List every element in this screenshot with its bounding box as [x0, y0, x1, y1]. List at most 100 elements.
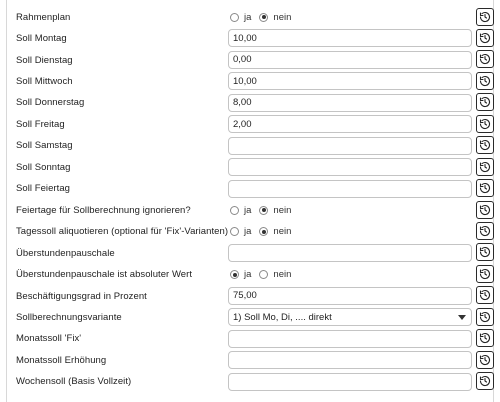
input-beschaftigungsgrad-in-prozent[interactable]: 75,00	[228, 286, 472, 305]
input-soll-sonntag[interactable]	[228, 158, 472, 177]
input-value: 2,00	[233, 118, 252, 130]
history-icon	[479, 225, 491, 237]
radio-button[interactable]	[230, 227, 239, 237]
history-button[interactable]	[476, 264, 494, 283]
row-soll-dienstag: Soll Dienstag 0,00	[0, 49, 500, 70]
radio-option-nein[interactable]: nein	[259, 12, 291, 23]
radio-label: ja	[244, 269, 252, 281]
label-soll-dienstag: Soll Dienstag	[16, 54, 73, 66]
row-soll-sonntag: Soll Sonntag	[0, 157, 500, 178]
history-button[interactable]	[476, 372, 494, 391]
radio-option-nein[interactable]: nein	[259, 226, 291, 237]
radio-button[interactable]	[259, 227, 269, 237]
row-soll-freitag: Soll Freitag 2,00	[0, 114, 500, 135]
input-soll-feiertag[interactable]	[228, 179, 472, 198]
input-soll-freitag[interactable]: 2,00	[228, 115, 472, 134]
history-button[interactable]	[476, 307, 494, 326]
radio-button[interactable]	[259, 12, 269, 22]
input-value: 0,00	[233, 54, 252, 66]
input-value: 10,00	[233, 75, 257, 87]
history-icon	[479, 32, 491, 44]
history-icon	[479, 375, 491, 387]
input-monatssoll-fix[interactable]	[228, 329, 472, 348]
label-soll-freitag: Soll Freitag	[16, 118, 65, 130]
history-button[interactable]	[476, 50, 494, 69]
history-icon	[479, 96, 491, 108]
radio-group-feiertage-fur-sollberechnung-ignorieren: ja nein	[230, 200, 299, 221]
input-soll-montag[interactable]: 10,00	[228, 29, 472, 48]
input-soll-donnerstag[interactable]: 8,00	[228, 93, 472, 112]
history-button[interactable]	[476, 329, 494, 348]
label-tagessoll-aliquotieren-optional-fur-fix-varianten: Tagessoll aliquotieren (optional für 'Fi…	[16, 226, 229, 238]
label-uberstundenpauschale-ist-absoluter-wert: Überstundenpauschale ist absoluter Wert	[16, 269, 193, 281]
label-rahmenplan: Rahmenplan	[16, 11, 71, 23]
input-wochensoll-basis-vollzeit[interactable]	[228, 372, 472, 391]
row-sollberechnungsvariante: Sollberechnungsvariante 1) Soll Mo, Di, .…	[0, 307, 500, 328]
dropdown-caret-icon	[458, 315, 466, 321]
history-button[interactable]	[476, 28, 494, 47]
history-button[interactable]	[476, 93, 494, 112]
label-beschaftigungsgrad-in-prozent: Beschäftigungsgrad in Prozent	[16, 290, 147, 302]
row-soll-feiertag: Soll Feiertag	[0, 178, 500, 199]
radio-group-uberstundenpauschale-ist-absoluter-wert: ja nein	[230, 264, 299, 285]
row-beschaftigungsgrad-in-prozent: Beschäftigungsgrad in Prozent 75,00	[0, 285, 500, 306]
radio-option-nein[interactable]: nein	[259, 269, 291, 280]
input-soll-dienstag[interactable]: 0,00	[228, 50, 472, 69]
row-soll-donnerstag: Soll Donnerstag 8,00	[0, 92, 500, 113]
history-button[interactable]	[476, 243, 494, 262]
radio-label: ja	[244, 204, 252, 216]
label-soll-montag: Soll Montag	[16, 33, 67, 45]
history-icon	[479, 161, 491, 173]
row-uberstundenpauschale-ist-absoluter-wert: Überstundenpauschale ist absoluter Wert j…	[0, 264, 500, 285]
input-value: 8,00	[233, 97, 252, 109]
history-icon	[479, 246, 491, 258]
history-icon	[479, 182, 491, 194]
radio-label: nein	[273, 269, 292, 281]
radio-button[interactable]	[230, 205, 239, 215]
radio-option-ja[interactable]: ja	[230, 205, 251, 216]
input-soll-mittwoch[interactable]: 10,00	[228, 72, 472, 91]
history-icon	[479, 53, 491, 65]
radio-button[interactable]	[230, 12, 239, 22]
input-monatssoll-erhohung[interactable]	[228, 351, 472, 370]
radio-label: ja	[244, 226, 252, 238]
radio-button[interactable]	[230, 270, 239, 280]
label-feiertage-fur-sollberechnung-ignorieren: Feiertage für Sollberechnung ignorieren?	[16, 204, 191, 216]
radio-option-nein[interactable]: nein	[259, 205, 291, 216]
row-monatssoll-fix: Monatssoll 'Fix'	[0, 328, 500, 349]
history-button[interactable]	[476, 114, 494, 133]
row-tagessoll-aliquotieren-optional-fur-fix-varianten: Tagessoll aliquotieren (optional für 'Fi…	[0, 221, 500, 242]
input-soll-samstag[interactable]	[228, 136, 472, 155]
radio-button[interactable]	[259, 205, 269, 215]
radio-option-ja[interactable]: ja	[230, 12, 251, 23]
select-sollberechnungsvariante[interactable]: 1) Soll Mo, Di, .... direkt	[228, 308, 472, 327]
history-button[interactable]	[476, 200, 494, 219]
input-value: 10,00	[233, 32, 257, 44]
radio-option-ja[interactable]: ja	[230, 269, 251, 280]
history-button[interactable]	[476, 136, 494, 155]
label-wochensoll-basis-vollzeit: Wochensoll (Basis Vollzeit)	[16, 376, 132, 388]
history-button[interactable]	[476, 71, 494, 90]
history-icon	[479, 11, 491, 23]
history-icon	[479, 332, 491, 344]
label-soll-donnerstag: Soll Donnerstag	[16, 97, 85, 109]
radio-option-ja[interactable]: ja	[230, 226, 251, 237]
select-value: 1) Soll Mo, Di, .... direkt	[233, 311, 332, 323]
row-soll-montag: Soll Montag 10,00	[0, 28, 500, 49]
history-button[interactable]	[476, 350, 494, 369]
history-button[interactable]	[476, 179, 494, 198]
history-button[interactable]	[476, 157, 494, 176]
history-button[interactable]	[476, 7, 494, 26]
input-value: 75,00	[233, 290, 257, 302]
history-icon	[479, 75, 491, 87]
history-button[interactable]	[476, 286, 494, 305]
radio-button[interactable]	[259, 270, 269, 280]
label-soll-feiertag: Soll Feiertag	[16, 183, 70, 195]
radio-label: nein	[273, 11, 292, 23]
row-wochensoll-basis-vollzeit: Wochensoll (Basis Vollzeit)	[0, 371, 500, 392]
history-icon	[479, 289, 491, 301]
label-sollberechnungsvariante: Sollberechnungsvariante	[16, 311, 122, 323]
history-button[interactable]	[476, 222, 494, 240]
input-uberstundenpauschale[interactable]	[228, 243, 472, 262]
radio-group-tagessoll-aliquotieren-optional-fur-fix-varianten: ja nein	[230, 221, 299, 242]
